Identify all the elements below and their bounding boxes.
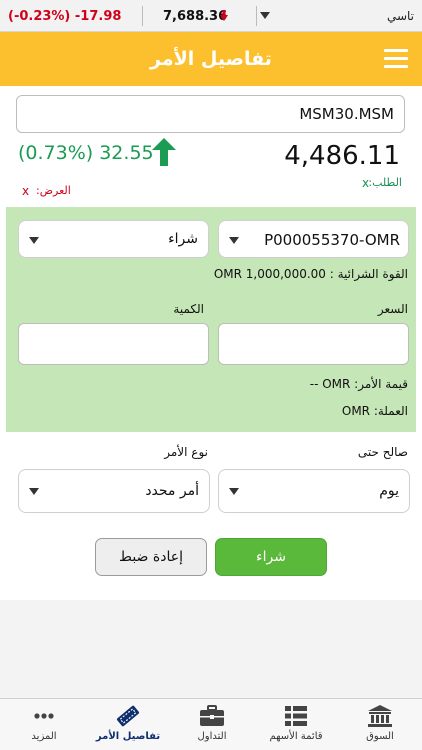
last-price: 4,486.11	[284, 141, 400, 171]
validity-select[interactable]: يوم	[218, 469, 410, 513]
tab-label: السوق	[366, 731, 394, 742]
chevron-down-icon	[229, 488, 239, 495]
buy-button[interactable]: شراء	[215, 538, 327, 576]
index-change: (-0.23%) -17.98	[8, 9, 122, 24]
order-type-label: نوع الأمر	[164, 445, 208, 459]
quantity-field[interactable]	[18, 323, 209, 365]
bid-label: الطلب:	[368, 176, 402, 189]
bank-icon	[368, 705, 392, 727]
tab-bar: السوق قائمة الأسهم التداول تفاصيل الأمر	[0, 698, 422, 750]
tab-label: تفاصيل الأمر	[95, 731, 161, 742]
validity-value: يوم	[379, 483, 399, 499]
hamburger-menu-icon[interactable]	[384, 49, 408, 69]
side-select[interactable]: شراء	[18, 220, 209, 258]
market-name[interactable]: تاسي	[387, 9, 414, 23]
buying-power: القوة الشرائية : OMR 1,000,000.00	[213, 267, 408, 281]
chevron-down-icon	[229, 237, 239, 244]
tab-market[interactable]: السوق	[338, 699, 422, 750]
list-icon	[285, 706, 307, 726]
order-type-value: أمر محدد	[145, 483, 199, 499]
order-panel: P000055370-OMR شراء القوة الشرائية : OMR…	[6, 207, 416, 432]
chevron-down-icon	[29, 488, 39, 495]
bottom-spacer	[0, 600, 422, 698]
market-dropdown-icon[interactable]	[260, 12, 270, 19]
tab-watchlist[interactable]: قائمة الأسهم	[254, 699, 338, 750]
tab-order-details[interactable]: تفاصيل الأمر	[86, 699, 170, 750]
symbol-value: MSM30.MSM	[299, 105, 394, 123]
ask-value: x	[22, 184, 30, 198]
tab-label: التداول	[197, 731, 227, 742]
tab-more[interactable]: المزيد	[2, 699, 86, 750]
chevron-down-icon	[29, 237, 39, 244]
briefcase-icon	[200, 705, 224, 726]
index-value: 7,688.36	[163, 9, 228, 24]
order-type-select[interactable]: أمر محدد	[18, 469, 210, 513]
order-value: قيمة الأمر: OMR --	[309, 377, 408, 391]
reset-button[interactable]: إعادة ضبط	[95, 538, 207, 576]
bid-value: x	[362, 176, 370, 190]
side-value: شراء	[168, 231, 198, 247]
price-change: (0.73%) 32.55	[18, 142, 154, 164]
account-value: P000055370-OMR	[264, 231, 400, 249]
validity-label: صالح حتى	[357, 445, 408, 459]
price-field[interactable]	[218, 323, 409, 365]
currency: العملة: OMR	[341, 404, 408, 418]
ticker-bar: (-0.23%) -17.98 7,688.36 تاسي	[0, 0, 422, 32]
ask-label: العرض:	[36, 184, 71, 197]
tab-trading[interactable]: التداول	[170, 699, 254, 750]
tab-label: قائمة الأسهم	[269, 731, 323, 742]
page-title: تفاصيل الأمر	[150, 48, 272, 70]
quantity-label: الكمية	[173, 302, 204, 316]
more-dots-icon	[34, 713, 54, 719]
ticket-icon	[116, 705, 140, 727]
ticker-separator	[142, 6, 143, 26]
ticker-separator	[256, 6, 257, 26]
symbol-input[interactable]: MSM30.MSM	[16, 95, 405, 133]
header-bar: تفاصيل الأمر	[0, 32, 422, 86]
down-arrow-icon	[220, 10, 228, 21]
account-select[interactable]: P000055370-OMR	[218, 220, 409, 258]
tab-label: المزيد	[31, 731, 57, 742]
up-arrow-icon	[152, 138, 176, 166]
price-label: السعر	[377, 302, 408, 316]
